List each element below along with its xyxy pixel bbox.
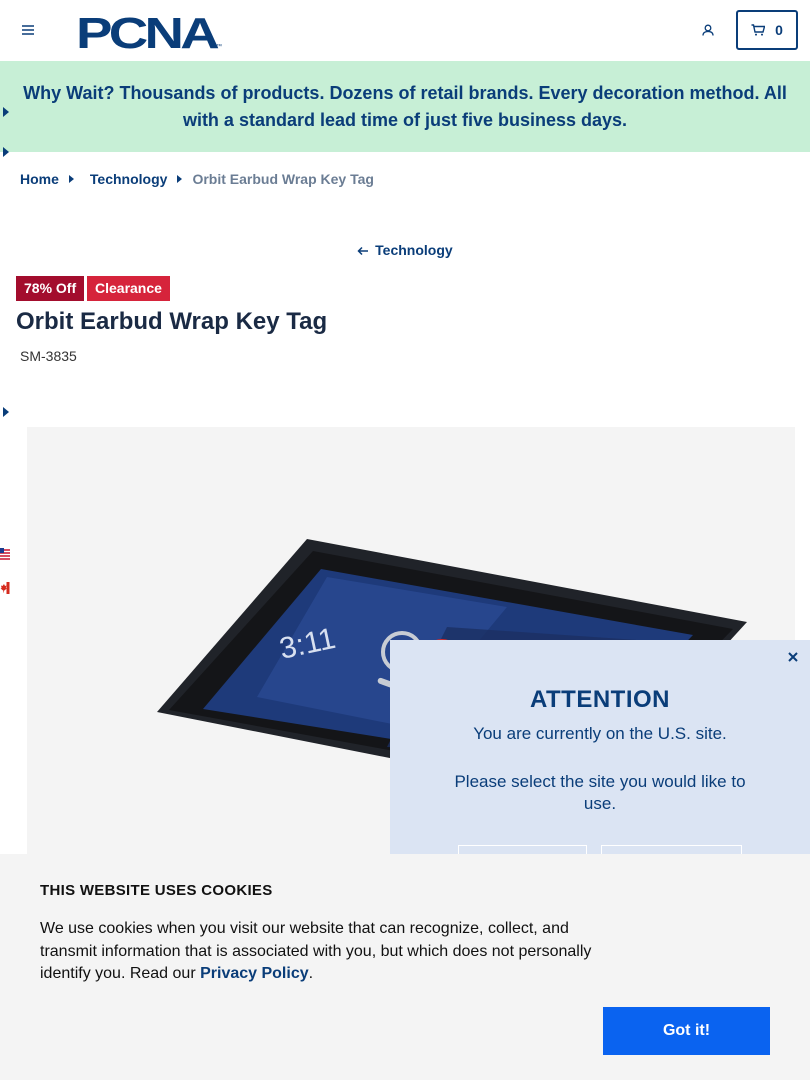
pcna-logo[interactable]: PCNA ™ <box>76 9 224 58</box>
cart-icon <box>751 24 766 36</box>
breadcrumb-separator-icon <box>68 175 74 183</box>
site-select-modal: ATTENTION You are currently on the U.S. … <box>390 640 810 876</box>
cookie-period: . <box>308 965 314 982</box>
chevron-right-icon[interactable] <box>3 106 11 118</box>
close-icon <box>788 652 798 662</box>
modal-close-button[interactable] <box>786 650 800 664</box>
product-title: Orbit Earbud Wrap Key Tag <box>16 308 328 335</box>
canada-flag-icon[interactable] <box>0 581 12 595</box>
cart-button[interactable]: 0 <box>736 10 798 50</box>
us-flag-icon[interactable] <box>0 547 12 561</box>
clearance-badge: Clearance <box>87 276 170 301</box>
breadcrumb-technology[interactable]: Technology <box>90 171 168 187</box>
breadcrumb: Home Technology Orbit Earbud Wrap Key Ta… <box>20 170 374 188</box>
account-icon <box>702 24 714 36</box>
site-header: PCNA ™ 0 <box>0 0 810 60</box>
svg-text:PCNA: PCNA <box>76 10 219 52</box>
cookie-message: We use cookies when you visit our websit… <box>40 920 592 982</box>
back-link-label: Technology <box>375 242 453 258</box>
promo-text: Why Wait? Thousands of products. Dozens … <box>23 82 787 130</box>
accept-cookies-button[interactable]: Got it! <box>603 1007 770 1055</box>
arrow-left-icon <box>357 246 369 256</box>
menu-button[interactable] <box>16 18 40 42</box>
svg-text:™: ™ <box>216 43 222 50</box>
discount-badge: 78% Off <box>16 276 85 301</box>
account-button[interactable] <box>696 18 720 42</box>
cookie-title: THIS WEBSITE USES COOKIES <box>40 882 273 899</box>
modal-title: ATTENTION <box>529 686 671 713</box>
promo-banner: Why Wait? Thousands of products. Dozens … <box>0 61 810 152</box>
modal-instruction-text: Please select the site you would like to… <box>454 772 746 813</box>
breadcrumb-separator-icon <box>177 175 183 183</box>
menu-icon <box>22 25 34 35</box>
privacy-policy-link[interactable]: Privacy Policy <box>200 965 309 982</box>
cart-count: 0 <box>775 22 783 38</box>
cookie-text: We use cookies when you visit our websit… <box>40 918 600 986</box>
chevron-right-icon[interactable] <box>3 406 11 418</box>
cookie-banner: THIS WEBSITE USES COOKIES We use cookies… <box>0 854 810 1080</box>
chevron-right-icon[interactable] <box>3 146 11 158</box>
breadcrumb-home[interactable]: Home <box>20 171 59 187</box>
product-sku: SM-3835 <box>20 348 77 364</box>
back-to-category-link[interactable]: Technology <box>0 242 810 258</box>
modal-current-site-text: You are currently on the U.S. site. <box>473 724 727 743</box>
breadcrumb-current: Orbit Earbud Wrap Key Tag <box>192 171 374 187</box>
